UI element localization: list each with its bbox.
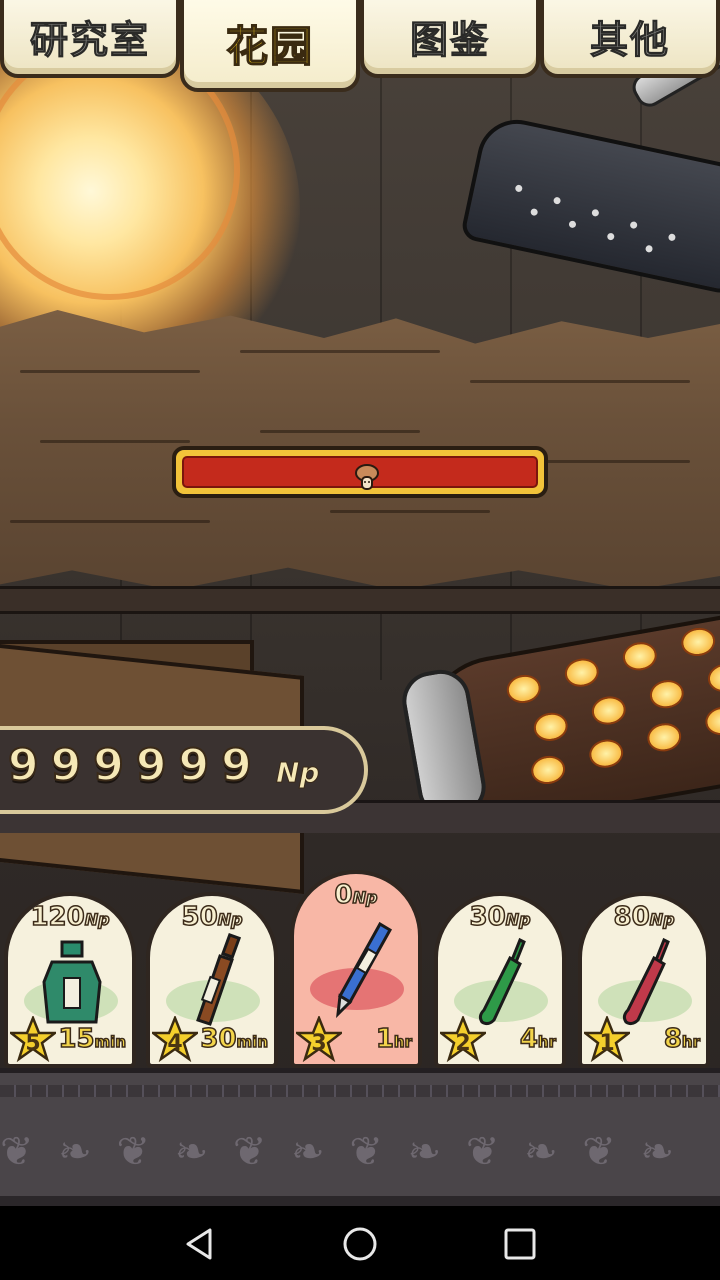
item-card-green-bottle[interactable]: 120Np 5 15min xyxy=(4,892,136,1068)
tab-label: 研究室 xyxy=(29,17,150,62)
currency-display: 999999 Np xyxy=(0,726,368,814)
item-rank: 2 xyxy=(455,1031,471,1056)
mushroom-icon xyxy=(355,464,379,490)
shelf-ledge xyxy=(0,586,720,614)
tab-garden[interactable]: 花园 xyxy=(180,0,360,92)
item-card-brown-bottle[interactable]: 50Np 4 30min xyxy=(146,892,278,1068)
item-price: 80Np xyxy=(613,901,676,933)
item-rank: 5 xyxy=(25,1031,41,1056)
home-icon[interactable] xyxy=(342,1226,378,1262)
item-card-green-ampoule[interactable]: 30Np 2 4hr xyxy=(434,892,566,1068)
blue-pen-icon xyxy=(336,921,393,1018)
item-duration: 1hr xyxy=(375,1023,413,1055)
item-card-red-ampoule[interactable]: 80Np 1 8hr xyxy=(578,892,710,1068)
mist-sprayer[interactable] xyxy=(459,112,720,296)
item-price: 0Np xyxy=(334,879,378,911)
tab-label: 其他 xyxy=(589,17,670,62)
item-duration: 4hr xyxy=(519,1023,557,1055)
tab-lab[interactable]: 研究室 xyxy=(0,0,180,78)
dock-ornament: ❦ ❧ ❦ ❧ ❦ ❧ ❦ ❧ ❦ ❧ ❦ ❧ xyxy=(0,1129,681,1175)
item-card-blue-pen[interactable]: 0Np 3 1hr xyxy=(290,870,422,1068)
item-price: 30Np xyxy=(469,901,532,933)
dock-base xyxy=(0,1196,720,1206)
dock-trim xyxy=(0,1085,720,1097)
item-duration: 8hr xyxy=(663,1023,701,1055)
item-rank: 4 xyxy=(167,1031,183,1056)
item-duration: 30min xyxy=(200,1023,269,1055)
tab-label: 花园 xyxy=(225,21,314,72)
system-navigation-bar xyxy=(0,1206,720,1280)
currency-unit: Np xyxy=(275,756,320,790)
tab-label: 图鉴 xyxy=(409,17,490,62)
back-icon[interactable] xyxy=(182,1226,218,1262)
item-price: 120Np xyxy=(30,901,111,933)
tab-other[interactable]: 其他 xyxy=(540,0,720,78)
item-price: 50Np xyxy=(181,901,244,933)
recents-icon[interactable] xyxy=(502,1226,538,1262)
item-rank: 3 xyxy=(311,1031,327,1056)
growth-progress-bar xyxy=(172,446,548,498)
tab-encyclopedia[interactable]: 图鉴 xyxy=(360,0,540,78)
item-duration: 15min xyxy=(58,1023,127,1055)
currency-value: 999999 xyxy=(7,739,264,792)
item-rank: 1 xyxy=(599,1031,615,1056)
progress-track xyxy=(182,456,538,490)
